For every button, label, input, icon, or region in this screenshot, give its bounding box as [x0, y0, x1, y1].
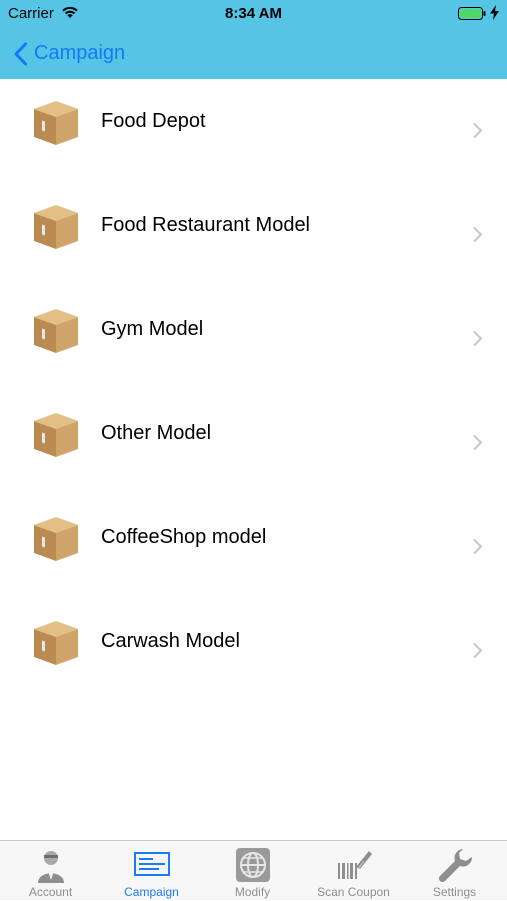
list-item[interactable]: Food Restaurant Model — [0, 183, 507, 287]
package-box-icon — [34, 309, 78, 353]
account-icon — [38, 851, 64, 883]
list-item[interactable]: Carwash Model — [0, 599, 507, 703]
chevron-right-icon — [473, 330, 483, 347]
list-item[interactable]: CoffeeShop model — [0, 495, 507, 599]
package-box-icon — [34, 517, 78, 561]
list-item-label: Food Restaurant Model — [101, 214, 311, 236]
campaign-icon — [134, 852, 170, 876]
list-item[interactable]: Food Depot — [0, 79, 507, 183]
globe-icon — [236, 848, 270, 882]
navigation-bar: Campaign — [0, 28, 507, 79]
list-item[interactable]: Other Model — [0, 391, 507, 495]
chevron-right-icon — [473, 226, 483, 243]
list-item-label: Carwash Model — [101, 630, 240, 652]
wrench-icon — [438, 849, 473, 883]
tab-account[interactable]: Account — [0, 841, 101, 901]
tab-label: Settings — [432, 885, 477, 899]
chevron-right-icon — [473, 538, 483, 555]
list-item-label: Gym Model — [101, 318, 204, 340]
list-item-label: Food Depot — [101, 110, 206, 132]
campaign-model-list: Food Depot Food Restaurant Model Gym Mod… — [0, 79, 507, 703]
chevron-right-icon — [473, 122, 483, 139]
tab-settings[interactable]: Settings — [404, 841, 505, 901]
battery-icon — [458, 7, 486, 20]
tab-label: Scan Coupon — [317, 885, 390, 899]
tab-label: Campaign — [124, 885, 179, 899]
list-item-label: CoffeeShop model — [101, 526, 267, 548]
package-box-icon — [34, 413, 78, 457]
chevron-right-icon — [473, 434, 483, 451]
back-button-label: Campaign — [34, 42, 126, 64]
tab-scan-coupon[interactable]: Scan Coupon — [303, 841, 404, 901]
tab-label: Account — [28, 885, 73, 899]
status-bar: Carrier 8:34 AM — [0, 0, 507, 28]
tab-modify[interactable]: Modify — [202, 841, 303, 901]
tab-label: Modify — [234, 885, 271, 899]
list-item-label: Other Model — [101, 422, 212, 444]
tab-bar: Account Campaign Modify Scan Coupon Sett… — [0, 840, 507, 900]
package-box-icon — [34, 621, 78, 665]
package-box-icon — [34, 101, 78, 145]
package-box-icon — [34, 205, 78, 249]
chevron-left-icon — [14, 42, 27, 65]
status-time: 8:34 AM — [225, 5, 282, 22]
list-item[interactable]: Gym Model — [0, 287, 507, 391]
barcode-scanner-icon — [338, 851, 372, 879]
tab-campaign[interactable]: Campaign — [101, 841, 202, 901]
chevron-right-icon — [473, 642, 483, 659]
back-button[interactable]: Campaign — [13, 28, 125, 79]
charging-bolt-icon — [490, 5, 499, 20]
